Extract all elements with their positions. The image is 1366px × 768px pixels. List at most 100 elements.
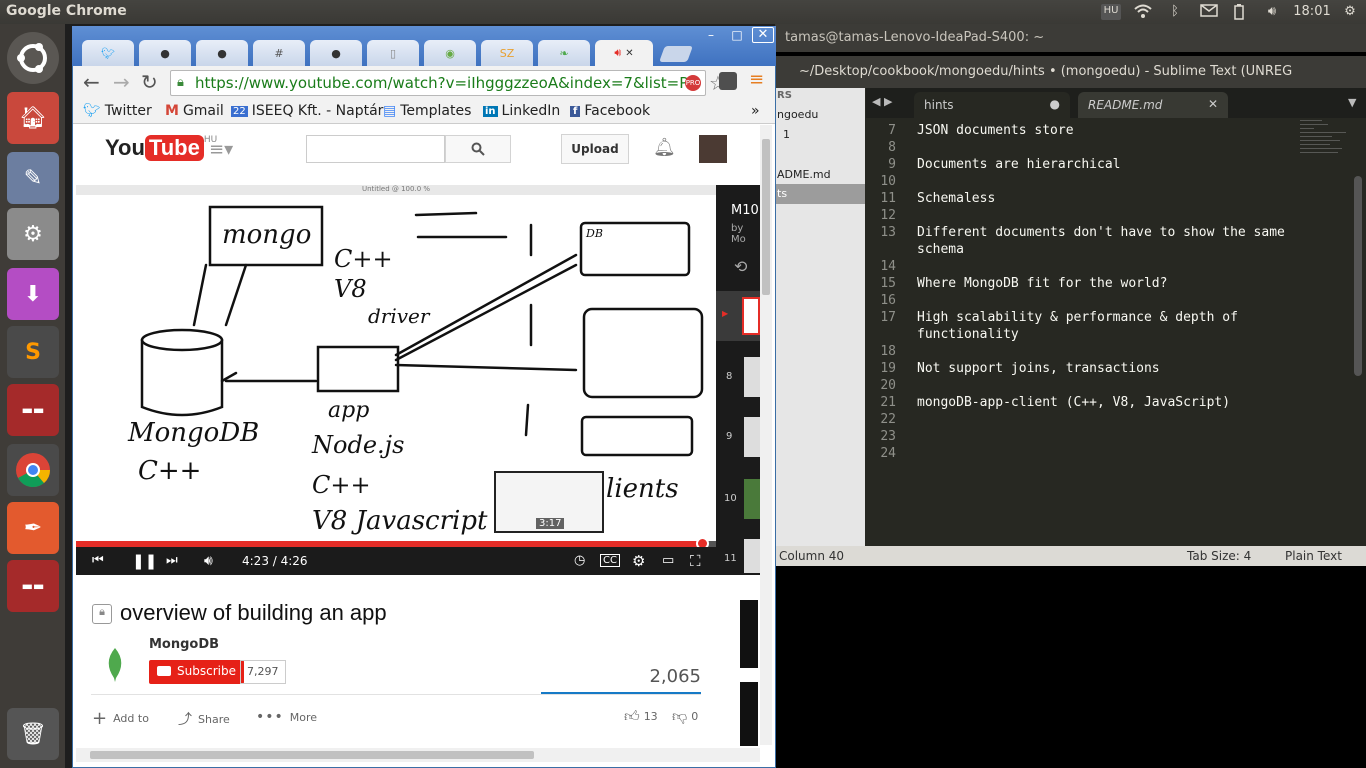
trash-icon[interactable]: 🗑︎ bbox=[7, 708, 59, 760]
settings-gear-icon[interactable]: ⚙ bbox=[632, 552, 645, 570]
volume-icon[interactable]: 🔊︎ bbox=[1262, 4, 1282, 20]
bookmarks-more[interactable]: » bbox=[751, 103, 760, 119]
bluetooth-icon[interactable]: ᛒ bbox=[1168, 4, 1182, 20]
minimize-icon[interactable]: – bbox=[700, 28, 722, 44]
keyboard-layout-indicator[interactable]: HU bbox=[1101, 4, 1121, 20]
watch-later-icon[interactable]: ◷ bbox=[574, 553, 585, 568]
browser-tab[interactable]: 🔊︎ ✕ bbox=[595, 40, 653, 66]
more-button[interactable]: ••• More bbox=[256, 709, 317, 725]
tab-readme[interactable]: README.md ✕ bbox=[1078, 92, 1228, 118]
menu-icon[interactable]: ≡ bbox=[749, 71, 765, 89]
chrome-icon[interactable] bbox=[7, 444, 59, 496]
horizontal-scrollbar[interactable] bbox=[76, 748, 760, 762]
close-tab-icon[interactable]: ✕ bbox=[625, 48, 633, 59]
code-line[interactable]: Documents are hierarchical bbox=[917, 156, 1121, 173]
code-line[interactable]: Not support joins, transactions bbox=[917, 360, 1160, 377]
subscribe-button[interactable]: Subscribe bbox=[149, 660, 244, 684]
search-button[interactable] bbox=[445, 135, 511, 163]
forward-icon[interactable]: → bbox=[113, 70, 130, 94]
related-video-thumbnail[interactable] bbox=[740, 682, 758, 746]
playlist-title[interactable]: M10 bbox=[731, 203, 759, 218]
code-editor[interactable]: JSON documents store Documents are hierar… bbox=[917, 118, 1297, 546]
video-frame-drawing[interactable]: Untitled @ 100.0 % mongo C++ V8 driver D… bbox=[76, 185, 716, 541]
new-tab-button[interactable] bbox=[659, 46, 693, 62]
add-to-button[interactable]: + Add to bbox=[92, 708, 149, 729]
text-editor-icon[interactable]: ✎ bbox=[7, 152, 59, 204]
share-button[interactable]: ⤴ Share bbox=[178, 709, 230, 729]
pause-icon[interactable]: ❚❚ bbox=[132, 552, 157, 570]
pro-extension-icon[interactable]: PRO bbox=[685, 75, 701, 91]
playlist-item-current[interactable]: ▶ bbox=[716, 291, 760, 341]
files-icon[interactable]: 🏠︎ bbox=[7, 92, 59, 144]
mail-icon[interactable] bbox=[1198, 4, 1220, 20]
sidebar-item-hints[interactable]: ts bbox=[775, 184, 865, 204]
scrollbar-thumb[interactable] bbox=[762, 139, 770, 295]
terminal-icon-2[interactable]: ▬▬ bbox=[7, 560, 59, 612]
channel-name[interactable]: MongoDB bbox=[149, 637, 219, 652]
search-input[interactable] bbox=[306, 135, 445, 163]
bookmark-facebook[interactable]: f Facebook bbox=[570, 103, 650, 119]
channel-avatar[interactable] bbox=[96, 646, 134, 684]
fullscreen-icon[interactable]: ⛶ bbox=[690, 552, 701, 570]
upload-button[interactable]: Upload bbox=[561, 134, 629, 164]
theater-mode-icon[interactable]: ▭ bbox=[662, 553, 674, 568]
sublime-scrollbar[interactable] bbox=[1354, 176, 1362, 376]
dislike-button[interactable]: 👎︎ 0 bbox=[672, 707, 698, 726]
next-icon[interactable]: ⏭ bbox=[166, 553, 178, 568]
captions-icon[interactable]: CC bbox=[600, 554, 620, 567]
battery-icon[interactable] bbox=[1232, 4, 1246, 20]
browser-tab[interactable]: ◉ bbox=[424, 40, 476, 66]
minimap[interactable] bbox=[1300, 118, 1354, 178]
related-video-thumbnail[interactable] bbox=[740, 600, 758, 668]
page-scrollbar[interactable] bbox=[760, 125, 772, 745]
previous-icon[interactable]: ⏮ bbox=[92, 553, 104, 568]
tab-prev-icon[interactable]: ◀ ▶ bbox=[872, 95, 892, 108]
code-line[interactable]: Different documents don't have to show t… bbox=[917, 224, 1285, 241]
inkscape-pen-icon[interactable]: ✒ bbox=[7, 502, 59, 554]
code-line[interactable]: Schemaless bbox=[917, 190, 995, 207]
code-line[interactable]: mongoDB-app-client (C++, V8, JavaScript) bbox=[917, 394, 1230, 411]
tab-menu-icon[interactable]: ▼ bbox=[1348, 96, 1356, 109]
bookmark-templates[interactable]: ▤ Templates bbox=[383, 103, 471, 119]
playlist-item[interactable]: 10 bbox=[716, 477, 760, 521]
maximize-icon[interactable]: □ bbox=[726, 28, 748, 44]
bookmark-gmail[interactable]: M Gmail bbox=[165, 103, 224, 119]
sublime-text-icon[interactable]: S bbox=[7, 326, 59, 378]
tab-hints[interactable]: hints ● bbox=[914, 92, 1070, 118]
avatar[interactable] bbox=[699, 135, 727, 163]
code-line[interactable]: Where MongoDB fit for the world? bbox=[917, 275, 1167, 292]
sidebar-item[interactable]: ngoedu bbox=[777, 108, 818, 121]
terminal-icon[interactable]: ▬▬ bbox=[7, 384, 59, 436]
browser-tab[interactable]: ● bbox=[139, 40, 191, 66]
bookmark-twitter[interactable]: 🐦︎ Twitter bbox=[83, 103, 152, 119]
pocket-icon[interactable] bbox=[719, 72, 737, 90]
software-center-icon[interactable]: ⬇ bbox=[7, 268, 59, 320]
browser-tab[interactable]: 🐦︎ bbox=[82, 40, 134, 66]
syntax-mode[interactable]: Plain Text bbox=[1285, 549, 1342, 563]
bookmark-iseeq[interactable]: 22 ISEEQ Kft. - Naptár bbox=[231, 103, 383, 119]
scrollbar-thumb[interactable] bbox=[90, 751, 534, 759]
browser-tab[interactable]: ● bbox=[310, 40, 362, 66]
bookmark-linkedin[interactable]: in LinkedIn bbox=[483, 103, 560, 119]
like-button[interactable]: 👍︎ 13 bbox=[624, 707, 658, 726]
browser-tab[interactable]: # bbox=[253, 40, 305, 66]
guide-menu-icon[interactable]: ≡▾ bbox=[209, 139, 233, 160]
system-settings-icon[interactable]: ⚙ bbox=[7, 208, 59, 260]
browser-tab[interactable]: ▯ bbox=[367, 40, 419, 66]
close-window-icon[interactable]: ✕ bbox=[752, 27, 774, 43]
browser-tab[interactable]: SZ bbox=[481, 40, 533, 66]
youtube-logo[interactable]: You Tube HU bbox=[105, 135, 217, 161]
ubuntu-dash-icon[interactable] bbox=[7, 32, 59, 84]
playlist-item[interactable]: 11 bbox=[716, 537, 760, 575]
sidebar-item[interactable]: 1 bbox=[783, 128, 790, 141]
code-line[interactable]: schema bbox=[917, 241, 964, 258]
address-bar[interactable]: 🔒︎ https://www.youtube.com/watch?v=iIhgg… bbox=[170, 70, 706, 96]
notifications-bell-icon[interactable]: 🔔︎ bbox=[653, 137, 676, 158]
back-icon[interactable]: ← bbox=[83, 70, 100, 94]
sidebar-item-readme[interactable]: ADME.md bbox=[777, 168, 831, 181]
playlist-item[interactable]: 8 bbox=[716, 355, 760, 399]
close-icon[interactable]: ✕ bbox=[1208, 97, 1218, 111]
volume-icon[interactable]: 🔊︎ bbox=[204, 553, 213, 569]
browser-tab[interactable]: ❧ bbox=[538, 40, 590, 66]
settings-gear-icon[interactable]: ⚙ bbox=[1340, 4, 1360, 20]
